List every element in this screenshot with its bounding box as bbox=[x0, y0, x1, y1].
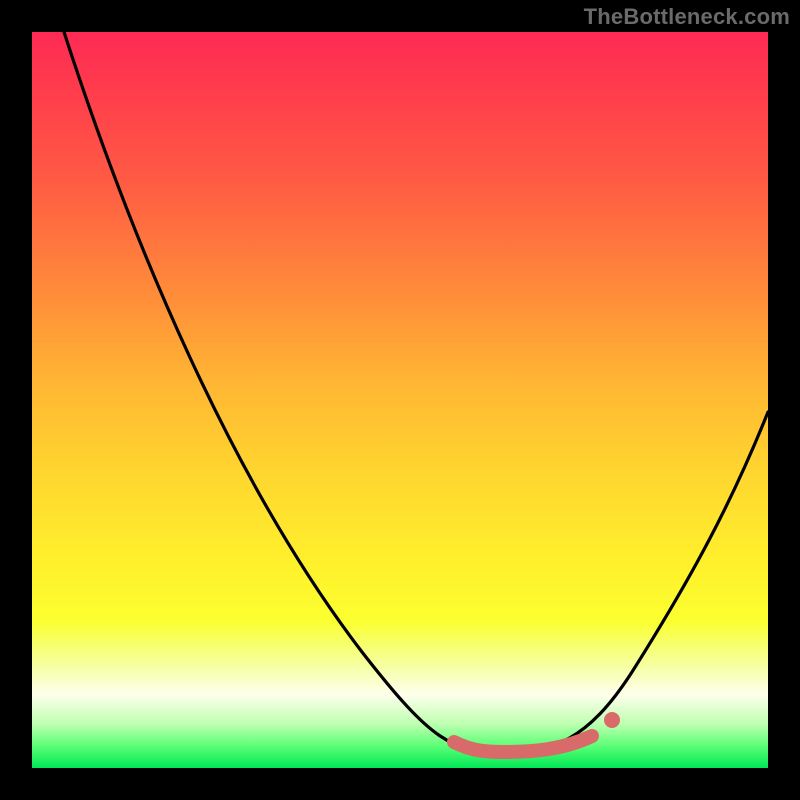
watermark-text: TheBottleneck.com bbox=[584, 4, 790, 30]
curve-path bbox=[64, 32, 768, 752]
chart-container: TheBottleneck.com bbox=[0, 0, 800, 800]
marker-dot bbox=[604, 712, 620, 728]
optimal-marker bbox=[454, 736, 592, 752]
bottleneck-curve bbox=[32, 32, 768, 768]
plot-area bbox=[32, 32, 768, 768]
